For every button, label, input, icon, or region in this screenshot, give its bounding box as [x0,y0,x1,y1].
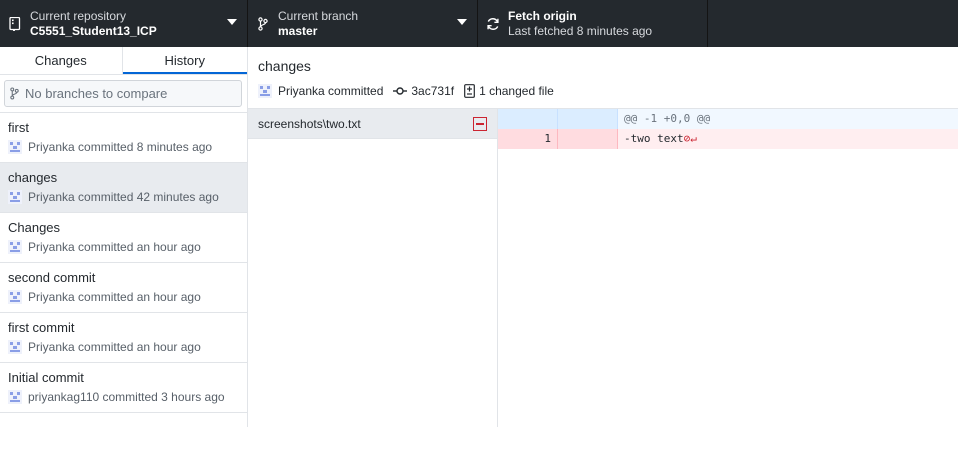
avatar [8,190,22,204]
commit-item[interactable]: second commit Priyanka committed an hour… [0,263,247,313]
toolbar: Current repository C5551_Student13_ICP C… [0,0,958,47]
compare-bar: No branches to compare [0,75,247,113]
commit-author: Priyanka committed [278,84,384,98]
fetch-origin-button[interactable]: Fetch origin Last fetched 8 minutes ago [478,0,708,47]
commit-meta: Priyanka committed an hour ago [28,240,201,254]
old-line-number: 1 [498,129,558,149]
commit-item[interactable]: first commit Priyanka committed an hour … [0,313,247,363]
repository-label: Current repository [30,8,127,23]
tab-history[interactable]: History [122,47,247,74]
commit-title: first [8,120,29,135]
no-newline-icon: ⊘↵ [683,132,697,145]
sidebar-tabs: Changes History [0,47,247,75]
branch-name: master [278,23,318,38]
commit-meta: Priyanka committed 42 minutes ago [28,190,219,204]
commit-item[interactable]: first Priyanka committed 8 minutes ago [0,113,247,163]
diff-hunk-header: @@ -1 +0,0 @@ [498,109,958,129]
sidebar: Changes History No branches to compare f… [0,47,248,427]
avatar [8,390,22,404]
git-commit-icon [393,87,408,95]
commit-meta: priyankag110 committed 3 hours ago [28,390,225,404]
file-path: screenshots\two.txt [258,116,361,131]
compare-placeholder: No branches to compare [25,86,168,101]
commit-title: first commit [8,320,75,335]
avatar [8,340,22,354]
file-list: screenshots\two.txt [248,109,498,427]
hunk-text: @@ -1 +0,0 @@ [624,112,711,125]
commit-list: first Priyanka committed 8 minutes ago c… [0,113,247,413]
branch-label: Current branch [278,8,359,23]
changed-files-count: 1 changed file [479,84,554,98]
branch-selector[interactable]: Current branch master [248,0,478,47]
commit-title: Changes [8,220,61,235]
repository-name: C5551_Student13_ICP [30,23,157,38]
new-line-number [558,129,618,149]
commit-title: second commit [8,270,96,285]
commit-title: changes [8,170,58,185]
avatar [8,140,22,154]
branch-icon [248,16,278,31]
avatar [8,290,22,304]
commit-meta: Priyanka committed 8 minutes ago [28,140,213,154]
avatar [258,84,272,98]
repo-icon [0,16,30,31]
repository-selector[interactable]: Current repository C5551_Student13_ICP [0,0,248,47]
chevron-down-icon [227,19,237,25]
commit-meta: Priyanka committed an hour ago [28,340,201,354]
last-fetched-text: Last fetched 8 minutes ago [508,24,653,38]
avatar [8,240,22,254]
commit-item[interactable]: changes Priyanka committed 42 minutes ag… [0,163,247,213]
diff-line-deleted[interactable]: 1 -two text⊘↵ [498,129,958,149]
file-item[interactable]: screenshots\two.txt [248,109,497,139]
commit-meta: Priyanka committed an hour ago [28,290,201,304]
commit-title: Initial commit [8,370,84,385]
diff-view: @@ -1 +0,0 @@ 1 -two text⊘↵ [498,109,958,427]
chevron-down-icon [457,19,467,25]
commit-item[interactable]: Changes Priyanka committed an hour ago [0,213,247,263]
fetch-label: Fetch origin [508,9,577,23]
file-deleted-icon [473,117,487,131]
sync-icon [478,17,508,31]
branch-icon [10,87,19,100]
commit-summary: changes Priyanka committed 3ac731f 1 cha… [248,47,958,109]
branch-compare-input[interactable]: No branches to compare [4,80,242,107]
commit-summary-title: changes [258,58,311,74]
diff-line-text: -two text [624,132,684,145]
tab-changes[interactable]: Changes [0,47,123,74]
commit-item[interactable]: Initial commit priyankag110 committed 3 … [0,363,247,413]
commit-details: changes Priyanka committed 3ac731f 1 cha… [248,47,958,427]
diff-icon [464,84,475,98]
commit-sha[interactable]: 3ac731f [411,84,454,98]
